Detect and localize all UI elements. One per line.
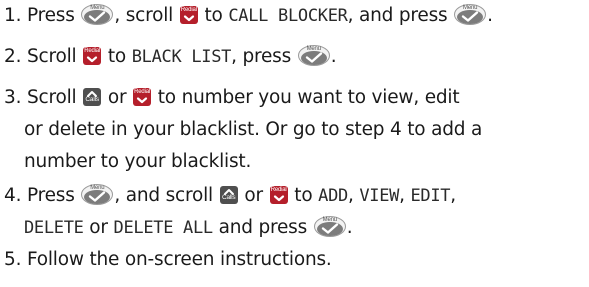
calls-key-icon: Calls — [83, 88, 102, 106]
step-text: and press — [218, 217, 308, 238]
step-text: or — [89, 217, 108, 238]
calls-key-label: Calls — [221, 194, 236, 201]
step-text: , — [347, 185, 354, 206]
step-text: Press — [26, 5, 75, 26]
step-text: to — [107, 46, 127, 67]
step-text: Scroll — [26, 46, 77, 67]
step-text: to number you want to view, edit — [157, 87, 460, 108]
redial-key-icon: Redial — [179, 6, 198, 24]
step-text: to — [294, 185, 313, 206]
menu-ok-button-icon: Menu — [81, 4, 114, 25]
step-text: to — [204, 5, 223, 26]
menu-button-label: Menu — [90, 185, 105, 191]
lcd-text: DELETE — [24, 218, 84, 238]
step-line-continued: DELETE or DELETE ALL and press Menu . — [4, 212, 456, 244]
step-number: 1. — [4, 5, 22, 26]
lcd-text: BLACK LIST — [131, 47, 232, 67]
menu-button-label: Menu — [306, 46, 321, 52]
step-text: Scroll — [26, 87, 77, 108]
step-text-continued: or delete in your blacklist. Or go to st… — [24, 119, 483, 140]
menu-button-label: Menu — [322, 217, 337, 223]
step-3: 3. Scroll Calls or Redial to number you … — [4, 82, 482, 178]
step-2: 2. Scroll Redial to BLACK LIST, press Me… — [4, 41, 337, 73]
step-1: 1. Press Menu , scroll Redial to CALL BL… — [4, 0, 493, 32]
step-4: 4. Press Menu , and scroll Calls or Redi… — [4, 180, 456, 244]
menu-ok-button-icon: Menu — [81, 184, 114, 205]
redial-key-icon: Redial — [83, 47, 102, 65]
redial-key-icon: Redial — [133, 88, 152, 106]
step-text: or — [107, 87, 127, 108]
step-text: Follow the on-screen instructions. — [26, 249, 332, 270]
step-number: 2. — [4, 46, 22, 67]
step-number: 4. — [4, 185, 22, 206]
menu-button-label: Menu — [463, 5, 478, 11]
step-text: . — [487, 5, 493, 26]
step-text: , scroll — [114, 5, 174, 26]
step-text: , — [450, 185, 456, 206]
step-text: Press — [26, 185, 75, 206]
lcd-text: CALL BLOCKER — [228, 6, 348, 26]
redial-key-icon: Redial — [269, 186, 288, 204]
menu-ok-button-icon: Menu — [313, 216, 346, 237]
step-text-continued: number to your blacklist. — [24, 151, 252, 172]
calls-key-label: Calls — [85, 96, 99, 103]
lcd-text: ADD — [318, 186, 348, 206]
menu-button-label: Menu — [90, 5, 105, 11]
calls-key-icon: Calls — [219, 186, 238, 204]
lcd-text: DELETE ALL — [113, 218, 214, 238]
lcd-text: EDIT — [410, 186, 451, 206]
step-5: 5. Follow the on-screen instructions. — [4, 244, 332, 276]
step-number: 5. — [4, 249, 22, 270]
step-text: , — [399, 185, 405, 206]
step-text: . — [346, 217, 353, 238]
step-text: , and press — [347, 5, 448, 26]
menu-ok-button-icon: Menu — [454, 4, 487, 25]
step-text: , press — [231, 46, 292, 67]
menu-ok-button-icon: Menu — [297, 45, 330, 66]
step-text: or — [244, 185, 263, 206]
lcd-text: VIEW — [359, 186, 400, 206]
step-text: , and scroll — [114, 185, 213, 206]
step-number: 3. — [4, 87, 22, 108]
step-text: . — [330, 46, 337, 67]
